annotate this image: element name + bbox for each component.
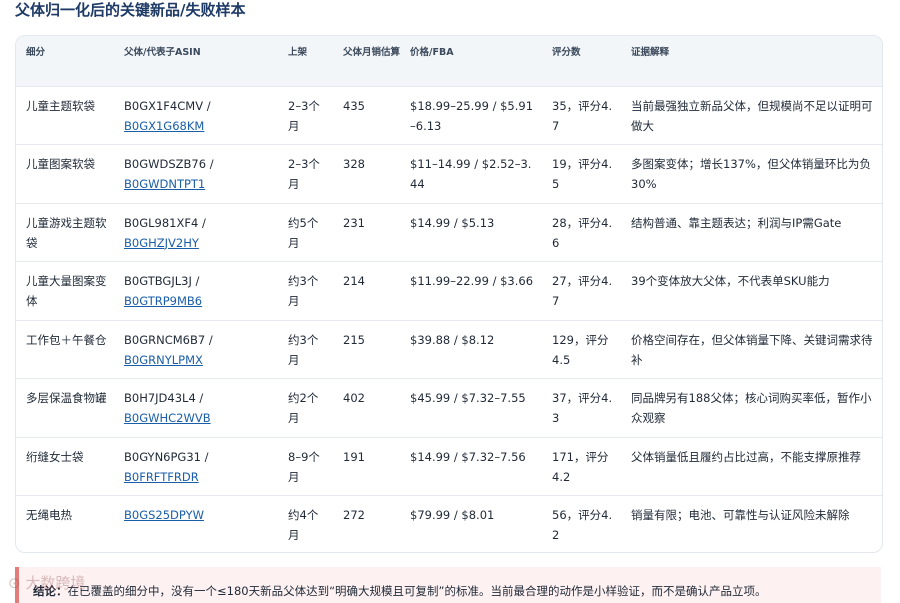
cell-price: $11.99–22.99 / $3.66 <box>410 274 534 288</box>
cell-rating: 27，评分4.7 <box>552 274 613 308</box>
cell-price: $39.88 / $8.12 <box>410 332 495 347</box>
cell-segment: 儿童图案软袋 <box>26 157 95 171</box>
column-header: 父体/代表子ASIN <box>124 47 201 58</box>
table-row: 儿童大量图案变体 B0GTBGJL3J / B0GTRP9MB6 约3个月 214 $11… <box>16 261 882 321</box>
table-row: 无绳电热 B0GS25DPYW 约4个月 272 $79.99 / $8.01 56，评分… <box>16 495 882 553</box>
cell-sales: 402 <box>343 391 365 405</box>
child-asin-link[interactable]: B0GTRP9MB6 <box>124 294 202 308</box>
parent-asin: B0GX1F4CMV / <box>124 98 211 113</box>
cell-rating: 35，评分4.7 <box>552 98 613 133</box>
parent-asin: B0GL981XF4 / <box>124 215 206 230</box>
cell-listed: 8–9个月 <box>288 449 320 484</box>
cell-sales: 214 <box>343 274 365 288</box>
page: 父体归一化后的关键新品/失败样本 细分 父体/代表子ASIN 上架 父体月销估算 价格/… <box>0 0 900 603</box>
parent-asin: B0GRNCM6B7 / <box>124 332 213 347</box>
cell-price: $14.99 / $5.13 <box>410 215 495 230</box>
cell-segment: 绗缝女士袋 <box>26 449 84 464</box>
conclusion-text: 在已覆盖的细分中，没有一个≤180天新品父体达到“明确大规模且可复制”的标准。当… <box>67 584 767 598</box>
cell-asin: B0GWDSZB76 / B0GWDNTPT1 <box>114 145 278 204</box>
column-header: 价格/FBA <box>410 47 454 58</box>
cell-segment: 无绳电热 <box>26 508 72 522</box>
cell-evidence: 同品牌另有188父体；核心词购买率低，暂作小众观察 <box>631 391 872 425</box>
child-asin-link[interactable]: B0GS25DPYW <box>124 508 204 522</box>
cell-rating: 171，评分4.2 <box>552 449 609 484</box>
parent-asin: B0GWDSZB76 / <box>124 157 214 171</box>
table-row: 儿童主题软袋 B0GX1F4CMV / B0GX1G68KM 2–3个月 435 $18.… <box>16 86 882 145</box>
conclusion-label: 结论： <box>33 584 68 598</box>
cell-asin: B0GYN6PG31 / B0FRFTFRDR <box>114 437 278 496</box>
column-header: 父体月销估算 <box>343 47 401 58</box>
cell-rating: 129，评分4.5 <box>552 332 609 367</box>
page-title: 父体归一化后的关键新品/失败样本 <box>15 1 246 19</box>
cell-evidence: 当前最强独立新品父体，但规模尚不足以证明可做大 <box>631 98 873 133</box>
cell-evidence: 结构普通、靠主题表达；利润与IP需Gate <box>631 215 842 230</box>
cell-segment: 儿童游戏主题软袋 <box>26 215 107 250</box>
cell-price: $45.99 / $7.32–7.55 <box>410 391 526 405</box>
cell-asin: B0H7JD43L4 / B0GWHC2WVB <box>114 379 278 438</box>
cell-rating: 28，评分4.6 <box>552 215 613 250</box>
table-row: 多层保温食物罐 B0H7JD43L4 / B0GWHC2WVB 约2个月 402 $45.… <box>16 378 882 438</box>
cell-rating: 56，评分4.2 <box>552 508 613 542</box>
cell-asin: B0GX1F4CMV / B0GX1G68KM <box>114 86 278 145</box>
cell-listed: 2–3个月 <box>288 98 320 133</box>
cell-evidence: 39个变体放大父体，不代表单SKU能力 <box>631 274 830 288</box>
child-asin-link[interactable]: B0FRFTFRDR <box>124 470 199 484</box>
child-asin-link[interactable]: B0GWHC2WVB <box>124 411 211 425</box>
child-asin-link[interactable]: B0GWDNTPT1 <box>124 177 205 191</box>
cell-listed: 约3个月 <box>288 274 319 308</box>
column-header: 细分 <box>26 47 46 58</box>
cell-price: $14.99 / $7.32–7.56 <box>410 449 526 464</box>
column-header: 评分数 <box>552 47 581 58</box>
cell-sales: 272 <box>343 508 365 522</box>
table-header-row: 细分 父体/代表子ASIN 上架 父体月销估算 价格/FBA 评分数 证据解释 <box>16 36 882 86</box>
cell-evidence: 价格空间存在，但父体销量下降、关键词需求待补 <box>631 332 873 367</box>
child-asin-link[interactable]: B0GX1G68KM <box>124 119 204 133</box>
cell-sales: 328 <box>343 157 365 171</box>
cell-evidence: 父体销量低且履约占比过高，不能支撑原推荐 <box>631 449 861 464</box>
cell-segment: 工作包＋午餐仓 <box>26 332 107 347</box>
cell-segment: 儿童主题软袋 <box>26 98 95 113</box>
table-row: 绗缝女士袋 B0GYN6PG31 / B0FRFTFRDR 8–9个月 191 $14.9… <box>16 437 882 496</box>
cell-sales: 435 <box>343 98 365 113</box>
samples-table-card: 细分 父体/代表子ASIN 上架 父体月销估算 价格/FBA 评分数 证据解释 儿童主题软袋… <box>15 35 883 553</box>
table-row: 儿童图案软袋 B0GWDSZB76 / B0GWDNTPT1 2–3个月 328 $11–… <box>16 144 882 204</box>
cell-price: $18.99–25.99 / $5.91–6.13 <box>410 98 534 133</box>
samples-table: 细分 父体/代表子ASIN 上架 父体月销估算 价格/FBA 评分数 证据解释 儿童主题软袋… <box>16 36 882 553</box>
conclusion-box: 结论：在已覆盖的细分中，没有一个≤180天新品父体达到“明确大规模且可复制”的标… <box>15 567 881 603</box>
child-asin-link[interactable]: B0GHZJV2HY <box>124 236 199 250</box>
cell-price: $11–14.99 / $2.52–3.44 <box>410 157 532 191</box>
cell-price: $79.99 / $8.01 <box>410 508 495 522</box>
cell-rating: 19，评分4.5 <box>552 157 613 191</box>
cell-asin: B0GL981XF4 / B0GHZJV2HY <box>114 203 278 262</box>
cell-listed: 2–3个月 <box>288 157 320 191</box>
parent-asin: B0GTBGJL3J / <box>124 274 200 288</box>
cell-listed: 约3个月 <box>288 332 319 367</box>
cell-asin: B0GTBGJL3J / B0GTRP9MB6 <box>114 262 278 321</box>
parent-asin: B0H7JD43L4 / <box>124 391 204 405</box>
cell-evidence: 多图案变体；增长137%，但父体销量环比为负30% <box>631 157 871 191</box>
cell-sales: 231 <box>343 215 365 230</box>
cell-segment: 多层保温食物罐 <box>26 391 107 405</box>
cell-sales: 215 <box>343 332 365 347</box>
parent-asin: B0GYN6PG31 / <box>124 449 209 464</box>
column-header: 上架 <box>288 47 308 58</box>
cell-sales: 191 <box>343 449 365 464</box>
cell-listed: 约4个月 <box>288 508 319 542</box>
cell-segment: 儿童大量图案变体 <box>26 274 107 308</box>
cell-listed: 约5个月 <box>288 215 319 250</box>
cell-listed: 约2个月 <box>288 391 319 425</box>
cell-evidence: 销量有限；电池、可靠性与认证风险未解除 <box>631 508 850 522</box>
column-header: 证据解释 <box>631 47 670 58</box>
table-row: 工作包＋午餐仓 B0GRNCM6B7 / B0GRNYLPMX 约3个月 215 $39.… <box>16 320 882 379</box>
cell-rating: 37，评分4.3 <box>552 391 613 425</box>
cell-asin: B0GRNCM6B7 / B0GRNYLPMX <box>114 320 278 379</box>
cell-asin: B0GS25DPYW <box>114 496 278 553</box>
table-body: 儿童主题软袋 B0GX1F4CMV / B0GX1G68KM 2–3个月 435 $18.… <box>16 86 882 553</box>
table-row: 儿童游戏主题软袋 B0GL981XF4 / B0GHZJV2HY 约5个月 231 $14… <box>16 203 882 262</box>
child-asin-link[interactable]: B0GRNYLPMX <box>124 353 203 367</box>
